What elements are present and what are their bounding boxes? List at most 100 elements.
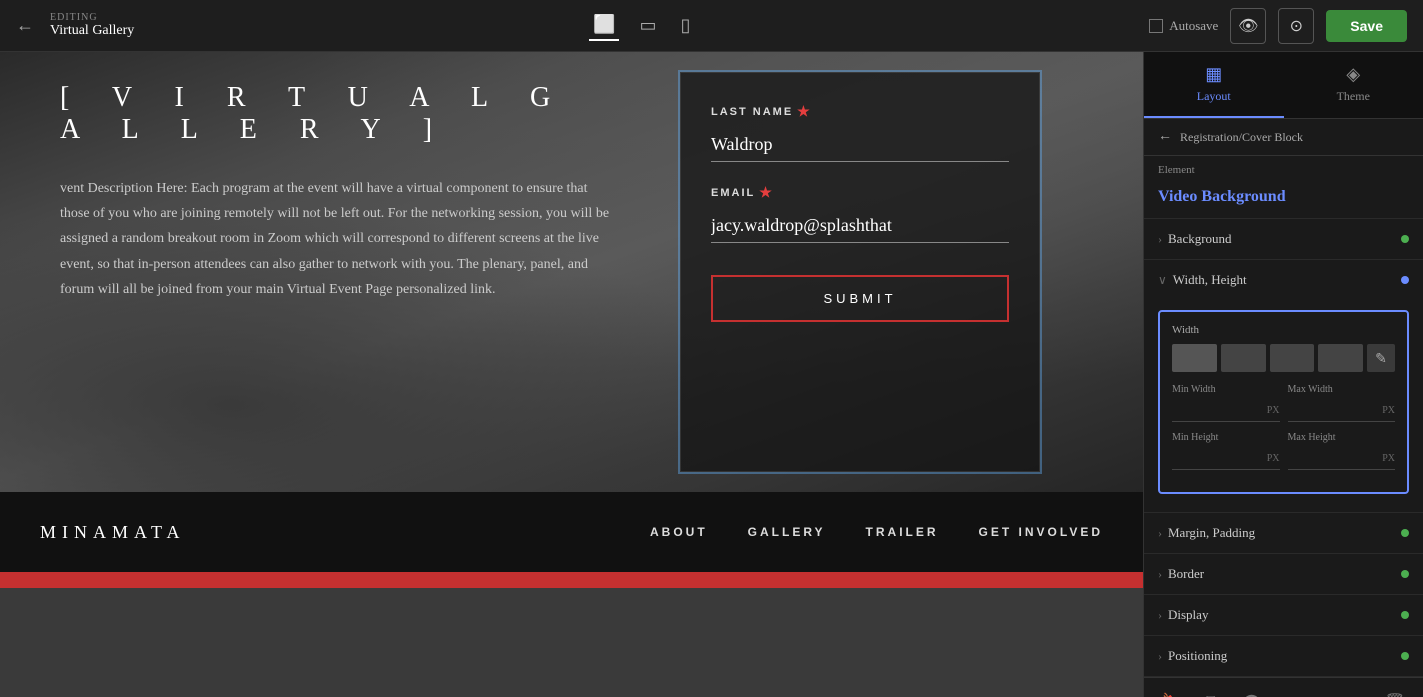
nav-gallery[interactable]: GALLERY bbox=[748, 525, 826, 539]
min-max-width-row: Min Width PX Max Width PX bbox=[1172, 384, 1395, 422]
min-width-input[interactable] bbox=[1172, 399, 1267, 421]
max-width-input[interactable] bbox=[1288, 399, 1383, 421]
accordion-width-height: ∨ Width, Height Width ✎ bbox=[1144, 260, 1423, 513]
panel-heading: Video Background bbox=[1144, 180, 1423, 219]
copy-icon-btn[interactable]: ⧉ bbox=[1202, 689, 1221, 697]
max-width-unit: PX bbox=[1382, 405, 1395, 416]
email-label: EMAIL ★ bbox=[711, 184, 1009, 201]
hero-description: vent Description Here: Each program at t… bbox=[60, 176, 620, 302]
required-star: ★ bbox=[797, 103, 812, 120]
main-area: [ V I R T U A L G A L L E R Y ] vent Des… bbox=[0, 52, 1423, 697]
nav-trailer[interactable]: TRAILER bbox=[866, 525, 939, 539]
chevron-down-icon: ∨ bbox=[1158, 273, 1167, 288]
footer-nav-links: ABOUT GALLERY TRAILER GET INVOLVED bbox=[650, 525, 1103, 539]
toolbar-left: ← EDITING Virtual Gallery bbox=[16, 12, 134, 39]
max-width-field: Max Width PX bbox=[1288, 384, 1396, 422]
max-height-unit: PX bbox=[1382, 453, 1395, 464]
chevron-right-icon-display: › bbox=[1158, 608, 1162, 623]
accordion-margin-padding-header[interactable]: › Margin, Padding bbox=[1144, 513, 1423, 553]
chevron-right-icon: › bbox=[1158, 232, 1162, 247]
element-label: Element bbox=[1144, 156, 1423, 180]
width-height-content: Width ✎ Min Width PX bbox=[1144, 300, 1423, 512]
min-height-label: Min Height bbox=[1172, 432, 1280, 443]
red-bar bbox=[0, 572, 1143, 588]
page-content: [ V I R T U A L G A L L E R Y ] vent Des… bbox=[0, 52, 1143, 697]
desktop-view-btn[interactable]: ⬜ bbox=[589, 10, 619, 41]
collab-btn[interactable]: ⊙ bbox=[1278, 8, 1314, 44]
theme-icon: ◈ bbox=[1346, 64, 1360, 85]
min-width-label: Min Width bbox=[1172, 384, 1280, 395]
width-label: Width bbox=[1172, 324, 1395, 336]
min-height-unit: PX bbox=[1267, 453, 1280, 464]
toolbar: ← EDITING Virtual Gallery ⬜ ▭ ▯ Autosave… bbox=[0, 0, 1423, 52]
max-height-label: Max Height bbox=[1288, 432, 1396, 443]
hero-section: [ V I R T U A L G A L L E R Y ] vent Des… bbox=[0, 52, 1143, 492]
delete-icon-btn[interactable]: 🗑 bbox=[1381, 688, 1409, 697]
email-input[interactable] bbox=[711, 209, 1009, 243]
accordion-margin-padding: › Margin, Padding bbox=[1144, 513, 1423, 554]
chevron-right-icon-positioning: › bbox=[1158, 649, 1162, 664]
width-btn-4[interactable] bbox=[1318, 344, 1363, 372]
accordion-dot-blue bbox=[1401, 276, 1409, 284]
width-btn-2[interactable] bbox=[1221, 344, 1266, 372]
max-height-input[interactable] bbox=[1288, 447, 1383, 469]
max-width-label: Max Width bbox=[1288, 384, 1396, 395]
chevron-right-icon-border: › bbox=[1158, 567, 1162, 582]
breadcrumb[interactable]: ← Registration/Cover Block bbox=[1144, 119, 1423, 156]
toolbar-right: Autosave 👁 ⊙ Save bbox=[1149, 8, 1407, 44]
tab-theme[interactable]: ◈ Theme bbox=[1284, 52, 1423, 118]
accordion-positioning: › Positioning bbox=[1144, 636, 1423, 677]
accordion-background-header[interactable]: › Background bbox=[1144, 219, 1423, 259]
nav-about[interactable]: ABOUT bbox=[650, 525, 708, 539]
autosave-checkbox[interactable] bbox=[1149, 19, 1163, 33]
tab-layout[interactable]: ▦ Layout bbox=[1144, 52, 1284, 118]
preview-btn[interactable]: 👁 bbox=[1230, 8, 1266, 44]
max-height-field: Max Height PX bbox=[1288, 432, 1396, 470]
last-name-input[interactable] bbox=[711, 128, 1009, 162]
back-arrow-icon[interactable]: ← bbox=[16, 15, 34, 36]
editing-label: EDITING bbox=[50, 12, 134, 23]
min-height-input[interactable] bbox=[1172, 447, 1267, 469]
bookmark-icon-btn[interactable]: 🔖 bbox=[1158, 688, 1186, 697]
registration-panel: LAST NAME ★ EMAIL ★ SUBMIT bbox=[680, 72, 1040, 472]
view-switcher: ⬜ ▭ ▯ bbox=[146, 10, 1137, 41]
accordion-border-header[interactable]: › Border bbox=[1144, 554, 1423, 594]
accordion-width-height-header[interactable]: ∨ Width, Height bbox=[1144, 260, 1423, 300]
accordion-dot-margin bbox=[1401, 529, 1409, 537]
hero-title: [ V I R T U A L G A L L E R Y ] bbox=[60, 82, 620, 146]
width-section: Width ✎ Min Width PX bbox=[1158, 310, 1409, 494]
mobile-view-btn[interactable]: ▯ bbox=[677, 10, 695, 41]
nav-get-involved[interactable]: GET INVOLVED bbox=[979, 525, 1103, 539]
accordion-border: › Border bbox=[1144, 554, 1423, 595]
accordion-dot-display bbox=[1401, 611, 1409, 619]
last-name-field: LAST NAME ★ bbox=[711, 103, 1009, 162]
panel-tabs: ▦ Layout ◈ Theme bbox=[1144, 52, 1423, 119]
width-btn-1[interactable] bbox=[1172, 344, 1217, 372]
save-button[interactable]: Save bbox=[1326, 10, 1407, 42]
accordion-display-header[interactable]: › Display bbox=[1144, 595, 1423, 635]
accordion-display: › Display bbox=[1144, 595, 1423, 636]
breadcrumb-arrow-icon: ← bbox=[1158, 129, 1172, 145]
autosave-label[interactable]: Autosave bbox=[1149, 18, 1218, 34]
accordion-background: › Background bbox=[1144, 219, 1423, 260]
min-max-height-row: Min Height PX Max Height PX bbox=[1172, 432, 1395, 470]
visibility-icon-btn[interactable]: 👁 bbox=[1237, 688, 1265, 697]
width-buttons: ✎ bbox=[1172, 344, 1395, 372]
width-btn-custom[interactable]: ✎ bbox=[1367, 344, 1395, 372]
canvas-area: [ V I R T U A L G A L L E R Y ] vent Des… bbox=[0, 52, 1143, 697]
required-star-email: ★ bbox=[759, 184, 774, 201]
footer-nav: MINAMATA ABOUT GALLERY TRAILER GET INVOL… bbox=[0, 492, 1143, 572]
accordion-positioning-header[interactable]: › Positioning bbox=[1144, 636, 1423, 676]
tablet-view-btn[interactable]: ▭ bbox=[635, 10, 660, 41]
accordion-dot-positioning bbox=[1401, 652, 1409, 660]
accordion-dot-border bbox=[1401, 570, 1409, 578]
min-width-field: Min Width PX bbox=[1172, 384, 1280, 422]
width-btn-3[interactable] bbox=[1270, 344, 1315, 372]
min-height-field: Min Height PX bbox=[1172, 432, 1280, 470]
layout-icon: ▦ bbox=[1205, 64, 1222, 85]
editing-info: EDITING Virtual Gallery bbox=[50, 12, 134, 39]
chevron-right-icon-margin: › bbox=[1158, 526, 1162, 541]
submit-button[interactable]: SUBMIT bbox=[711, 275, 1009, 322]
last-name-label: LAST NAME ★ bbox=[711, 103, 1009, 120]
right-panel: ▦ Layout ◈ Theme ← Registration/Cover Bl… bbox=[1143, 52, 1423, 697]
